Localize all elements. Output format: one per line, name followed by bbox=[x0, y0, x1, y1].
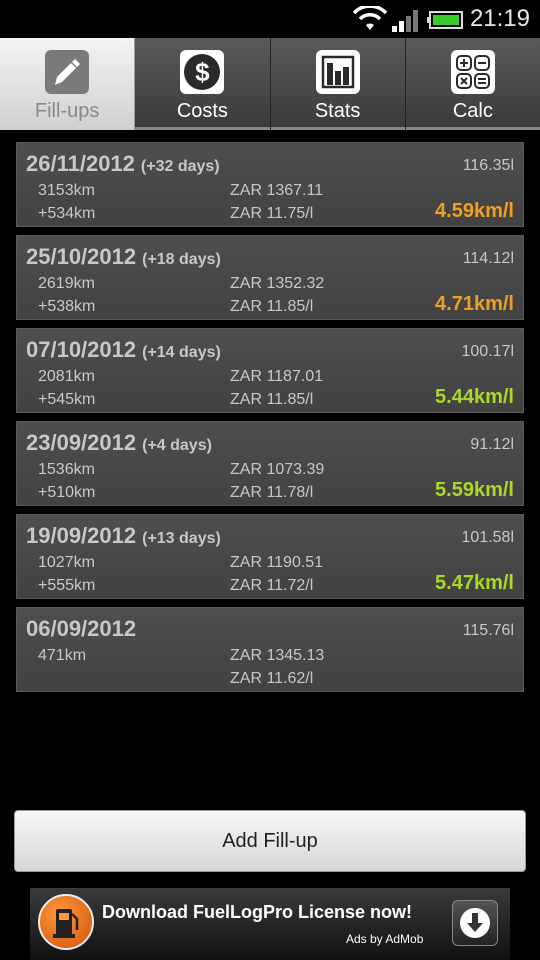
status-bar: 21:19 bbox=[0, 0, 540, 38]
entry-distance: +534km bbox=[38, 205, 96, 222]
entry-price: ZAR 11.75/l bbox=[230, 205, 314, 222]
entry-odometer: 471km bbox=[38, 647, 87, 664]
tab-divider bbox=[270, 127, 405, 130]
entry-date: 25/10/2012 (+18 days) bbox=[26, 244, 221, 269]
list-item[interactable]: 23/09/2012 (+4 days) 91.12l 1536km +510km… bbox=[16, 421, 524, 506]
entry-distance: +510km bbox=[38, 484, 96, 501]
entry-price: ZAR 11.62/l bbox=[230, 670, 314, 687]
entry-days: (+13 days) bbox=[142, 530, 221, 547]
tab-divider bbox=[405, 127, 540, 130]
tab-fill-ups[interactable]: Fill-ups bbox=[0, 38, 136, 130]
entry-efficiency: 4.71km/l bbox=[435, 293, 514, 315]
entry-days: (+4 days) bbox=[142, 437, 212, 454]
calculator-icon bbox=[450, 50, 495, 94]
bar-chart-icon bbox=[315, 50, 360, 94]
entry-date: 19/09/2012 (+13 days) bbox=[26, 523, 221, 548]
tab-costs[interactable]: $ Costs bbox=[135, 38, 271, 130]
entry-odometer: 2619km bbox=[38, 275, 95, 292]
list-item[interactable]: 07/10/2012 (+14 days) 100.17l 2081km +545… bbox=[16, 328, 524, 413]
entry-cost: ZAR 1352.32 bbox=[230, 275, 325, 292]
entry-distance: +545km bbox=[38, 391, 96, 408]
entry-volume: 116.35l bbox=[462, 157, 514, 174]
entry-odometer: 1027km bbox=[38, 554, 95, 571]
fill-up-list: 26/11/2012 (+32 days) 116.35l 3153km +534… bbox=[16, 142, 524, 700]
list-item[interactable]: 06/09/2012 115.76l 471km ZAR 1345.13 ZAR… bbox=[16, 607, 524, 692]
entry-cost: ZAR 1367.11 bbox=[230, 182, 324, 199]
entry-days: (+32 days) bbox=[140, 158, 220, 175]
tab-divider bbox=[135, 127, 270, 130]
tab-label: Stats bbox=[314, 100, 361, 122]
pen-icon bbox=[45, 50, 90, 94]
entry-price: ZAR 11.85/l bbox=[230, 391, 314, 408]
entry-volume: 91.12l bbox=[470, 436, 514, 453]
entry-efficiency: 5.47km/l bbox=[435, 572, 514, 594]
entry-efficiency: 4.59km/l bbox=[435, 200, 514, 222]
entry-cost: ZAR 1190.51 bbox=[230, 554, 324, 571]
fuel-pump-icon bbox=[38, 894, 94, 950]
entry-volume: 100.17l bbox=[461, 343, 515, 360]
entry-date: 23/09/2012 (+4 days) bbox=[26, 430, 212, 455]
entry-efficiency: 5.59km/l bbox=[435, 479, 514, 501]
tab-label: Fill-ups bbox=[34, 100, 100, 122]
entry-volume: 101.58l bbox=[461, 529, 515, 546]
signal-icon bbox=[392, 10, 418, 32]
status-time: 21:19 bbox=[469, 5, 530, 32]
entry-cost: ZAR 1073.39 bbox=[230, 461, 325, 478]
entry-cost: ZAR 1345.13 bbox=[230, 647, 325, 664]
tab-calc[interactable]: Calc bbox=[405, 38, 540, 130]
entry-days: (+18 days) bbox=[142, 251, 221, 268]
tab-bar: Fill-ups $ Costs Stats Calc bbox=[0, 38, 540, 130]
entry-odometer: 2081km bbox=[38, 368, 95, 385]
add-fill-up-button[interactable]: Add Fill-up bbox=[14, 810, 526, 872]
list-item[interactable]: 25/10/2012 (+18 days) 114.12l 2619km +538… bbox=[16, 235, 524, 320]
ad-subtitle: Ads by AdMob bbox=[346, 932, 424, 946]
list-item[interactable]: 19/09/2012 (+13 days) 101.58l 1027km +555… bbox=[16, 514, 524, 599]
entry-date: 26/11/2012 (+32 days) bbox=[26, 151, 220, 176]
entry-date: 07/10/2012 (+14 days) bbox=[26, 337, 221, 362]
entry-volume: 115.76l bbox=[462, 622, 514, 639]
ad-banner[interactable]: Download FuelLogPro License now! Ads by … bbox=[30, 888, 510, 960]
entry-volume: 114.12l bbox=[462, 250, 514, 267]
entry-date: 06/09/2012 bbox=[26, 616, 137, 641]
entry-distance: +538km bbox=[38, 298, 96, 315]
tab-label: Costs bbox=[176, 100, 228, 122]
dollar-icon: $ bbox=[180, 50, 225, 94]
list-item[interactable]: 26/11/2012 (+32 days) 116.35l 3153km +534… bbox=[16, 142, 524, 227]
entry-odometer: 1536km bbox=[38, 461, 95, 478]
ad-title: Download FuelLogPro License now! bbox=[102, 902, 413, 922]
entry-price: ZAR 11.78/l bbox=[230, 484, 314, 501]
entry-price: ZAR 11.72/l bbox=[230, 577, 314, 594]
download-icon[interactable] bbox=[452, 900, 498, 946]
entry-efficiency: 5.44km/l bbox=[435, 386, 514, 408]
entry-cost: ZAR 1187.01 bbox=[230, 368, 324, 385]
tab-label: Calc bbox=[452, 100, 493, 122]
entry-days: (+14 days) bbox=[142, 344, 221, 361]
battery-icon bbox=[427, 11, 463, 29]
tab-stats[interactable]: Stats bbox=[270, 38, 406, 130]
entry-distance: +555km bbox=[38, 577, 96, 594]
entry-odometer: 3153km bbox=[38, 182, 95, 199]
entry-price: ZAR 11.85/l bbox=[230, 298, 314, 315]
wifi-icon bbox=[352, 6, 388, 30]
